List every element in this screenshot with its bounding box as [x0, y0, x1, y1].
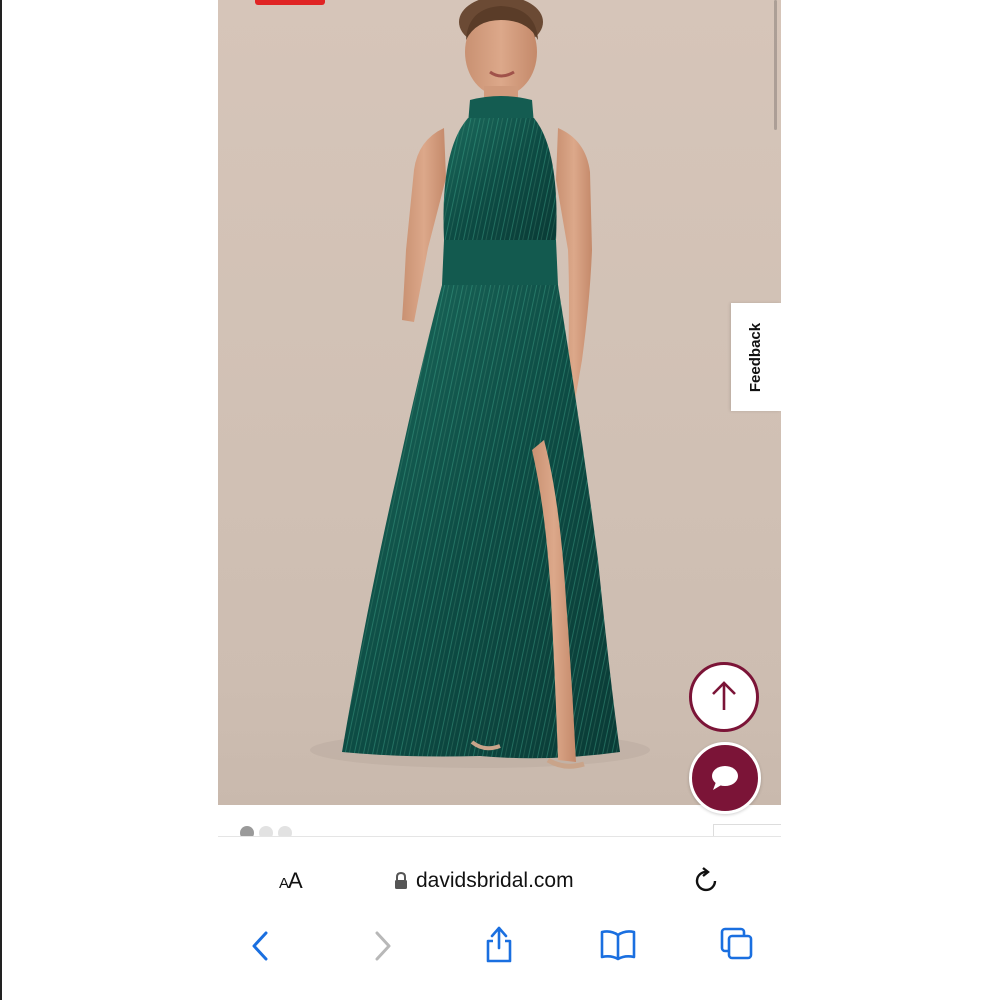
back-icon[interactable]: [250, 930, 270, 962]
lock-icon: [395, 872, 407, 889]
product-image[interactable]: Feedback: [218, 0, 781, 805]
bookmarks-icon[interactable]: [599, 928, 637, 962]
feedback-tab[interactable]: Feedback: [731, 303, 781, 411]
arrow-up-icon: [712, 681, 736, 710]
safari-address-bar: AA davidsbridal.com: [218, 836, 781, 1000]
feedback-label: Feedback: [747, 322, 765, 392]
chat-bubble-icon: [712, 766, 738, 790]
phone-screen: Feedback AA davidsbridal.com: [218, 0, 781, 1000]
text-size-small-label: A: [279, 875, 289, 892]
url-text: davidsbridal.com: [416, 869, 574, 892]
text-size-button[interactable]: AA: [279, 868, 303, 894]
tabs-icon[interactable]: [719, 926, 755, 962]
url-field[interactable]: davidsbridal.com: [394, 869, 574, 893]
scroll-indicator[interactable]: [774, 0, 777, 130]
frame-border: [0, 0, 2, 1000]
forward-icon[interactable]: [373, 930, 393, 962]
chat-button[interactable]: [689, 742, 761, 814]
scroll-to-top-button[interactable]: [689, 662, 759, 732]
safari-toolbar: [218, 926, 781, 970]
reload-icon[interactable]: [694, 866, 720, 894]
share-icon[interactable]: [483, 924, 515, 964]
text-size-large-label: A: [288, 868, 303, 893]
